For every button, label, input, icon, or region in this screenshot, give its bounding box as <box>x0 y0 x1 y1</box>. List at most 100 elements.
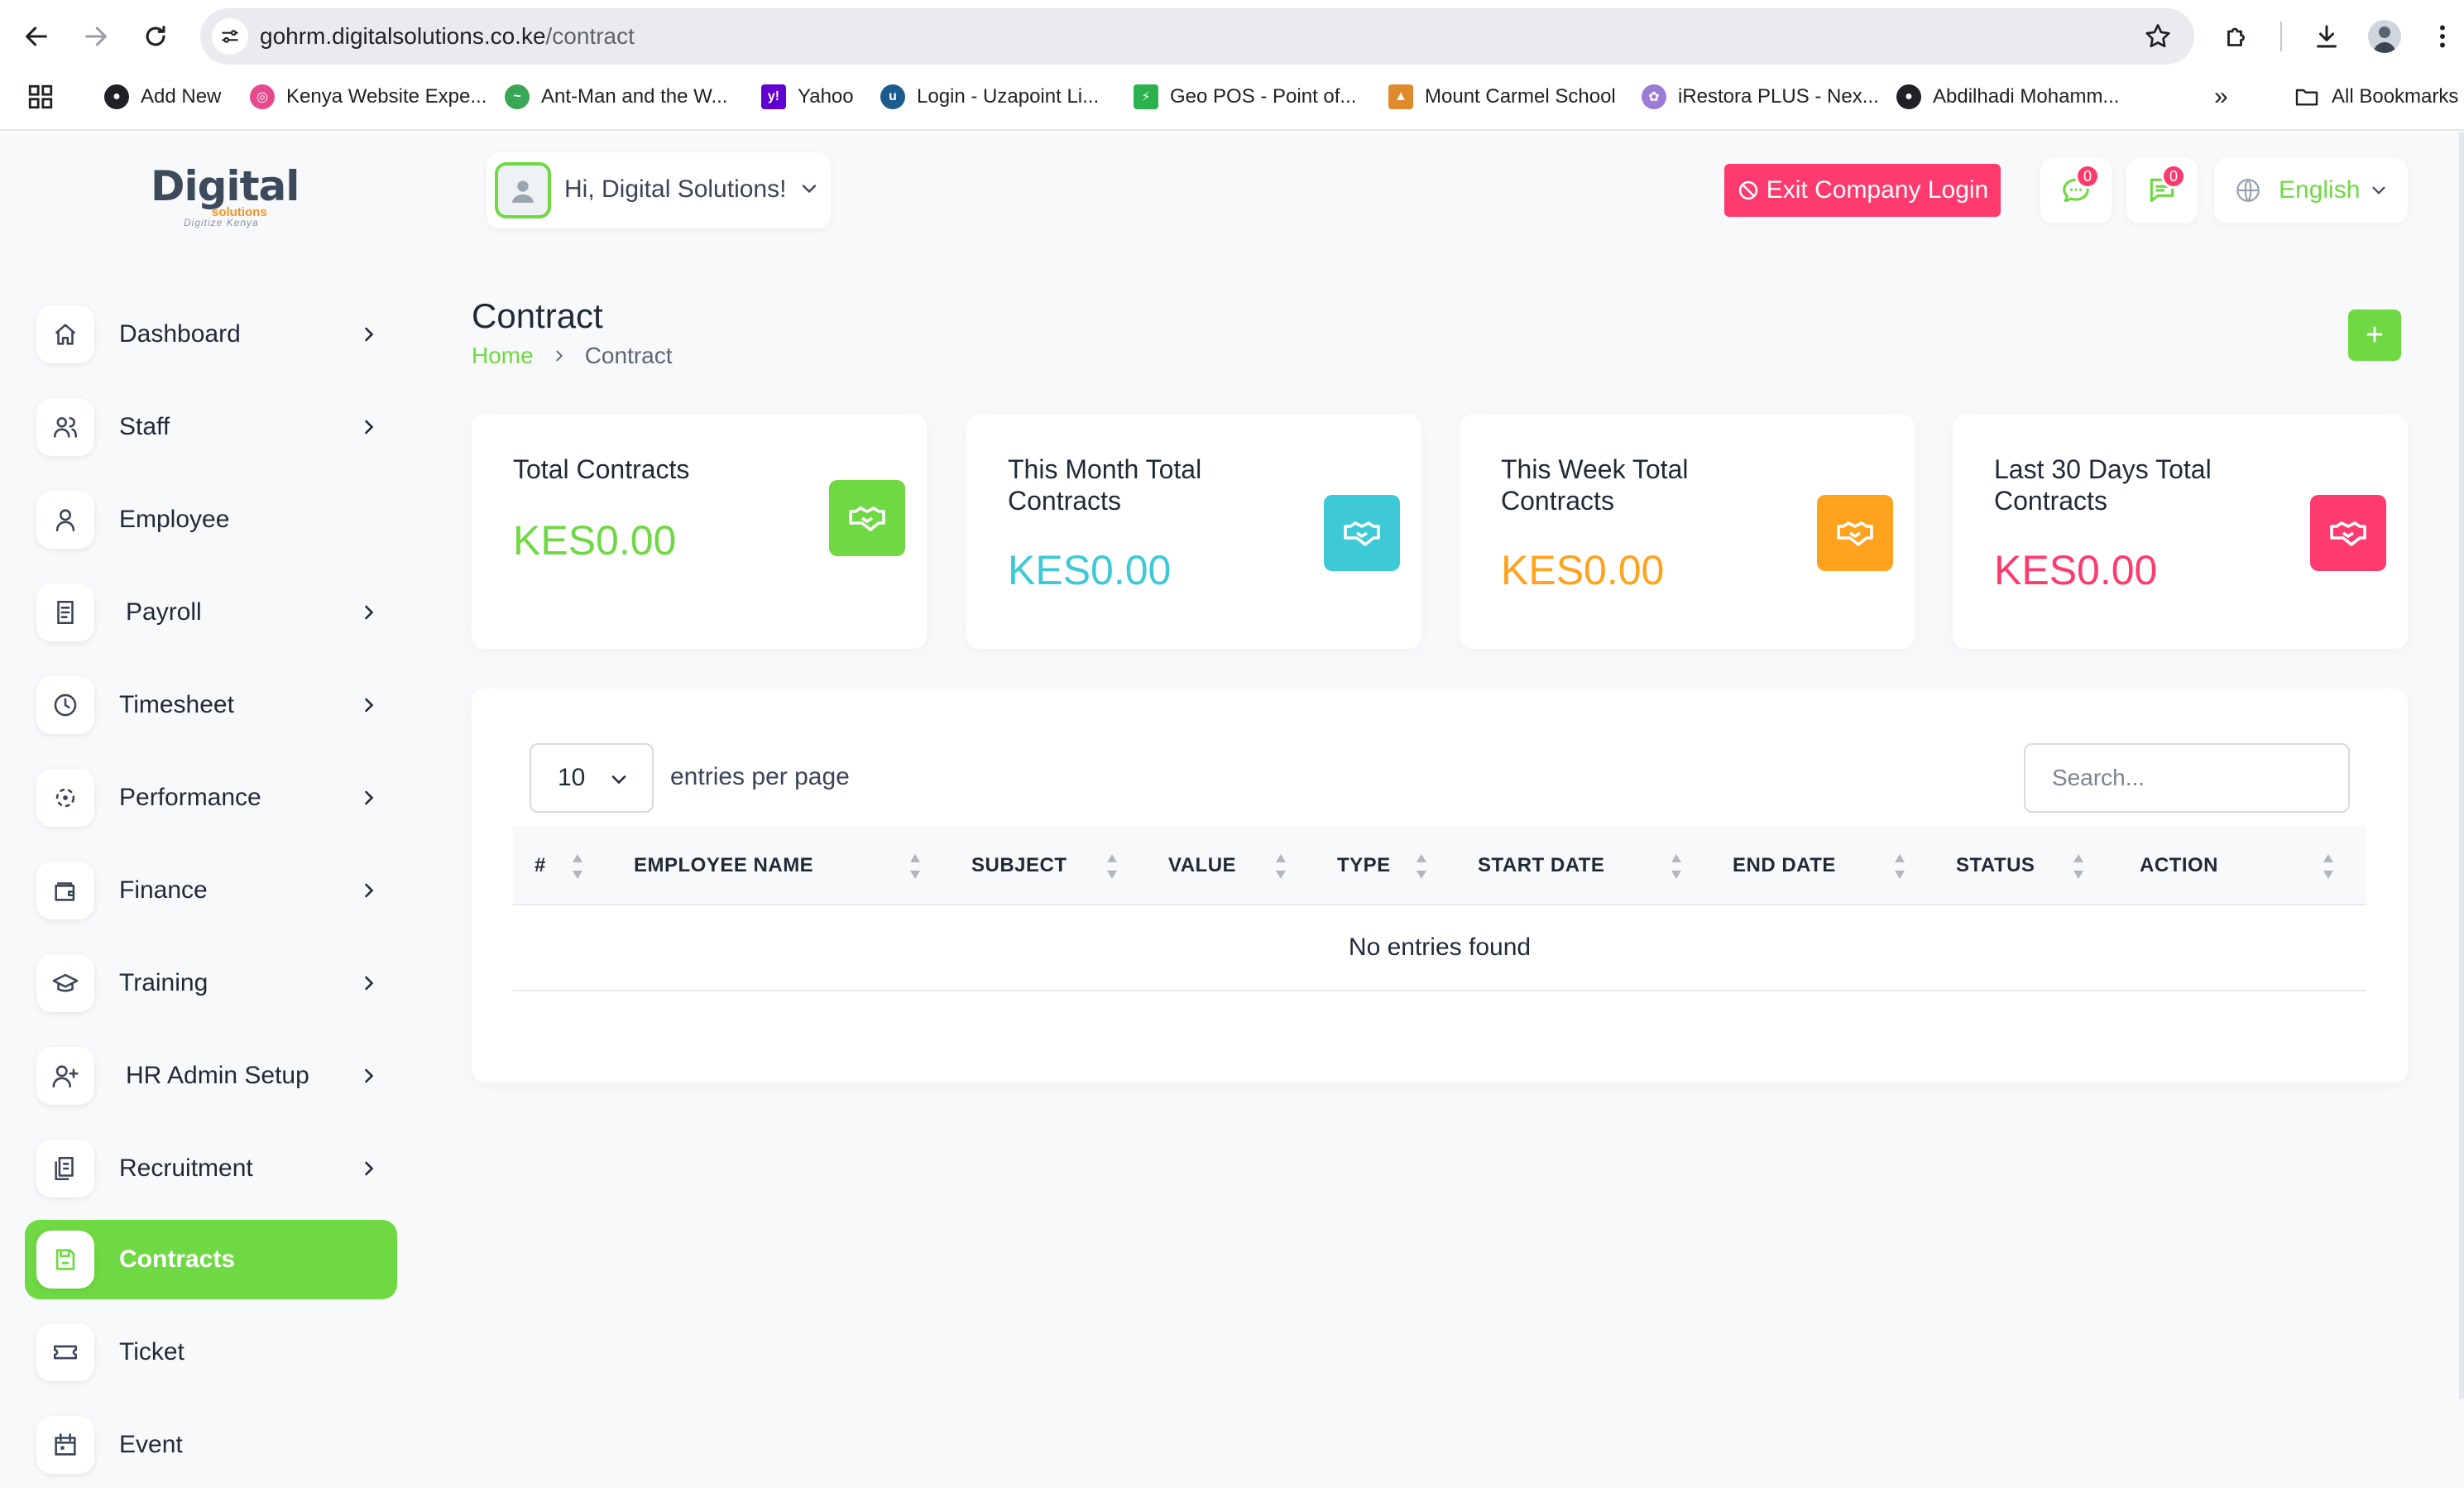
extensions-button[interactable] <box>2217 17 2257 56</box>
downloads-button[interactable] <box>2307 17 2347 56</box>
sort-icon[interactable] <box>571 852 584 881</box>
handshake-icon <box>1837 521 1873 546</box>
sidebar-item-staff[interactable]: Staff <box>25 387 397 467</box>
breadcrumb-home-link[interactable]: Home <box>472 343 534 369</box>
sidebar-item-performance[interactable]: Performance <box>25 758 397 838</box>
sidebar-item-recruitment[interactable]: Recruitment <box>25 1129 397 1208</box>
table-search-input[interactable] <box>2024 743 2350 813</box>
bookmark-item[interactable]: ● Abdilhadi Mohamm... <box>1896 81 2119 113</box>
messages-button[interactable]: 0 <box>2040 157 2112 223</box>
site-favicon-icon: ⚡ <box>1134 84 1158 109</box>
bookmark-item[interactable]: ~ Ant-Man and the W... <box>505 81 727 113</box>
sort-icon[interactable] <box>1105 852 1119 881</box>
sidebar-item-label: Training <box>119 969 209 996</box>
stat-card-icon-box <box>1817 495 1893 571</box>
home-icon <box>55 324 76 345</box>
address-bar[interactable]: gohrm.digitalsolutions.co.ke/contract <box>200 8 2194 65</box>
sort-icon[interactable] <box>1274 852 1287 881</box>
sidebar-item-label: Contracts <box>119 1246 236 1273</box>
all-bookmarks-button[interactable]: All Bookmarks <box>2294 81 2458 113</box>
sort-icon[interactable] <box>1670 852 1683 881</box>
messages-count-badge: 0 <box>2075 164 2100 189</box>
kebab-menu-icon <box>2440 25 2445 48</box>
column-header-start-date[interactable]: START DATE <box>1478 826 1604 905</box>
exit-company-login-button[interactable]: Exit Company Login <box>1724 164 2001 217</box>
column-header-end-date[interactable]: END DATE <box>1733 826 1836 905</box>
logo-main-text: Digital <box>151 162 300 210</box>
column-header-type[interactable]: TYPE <box>1337 826 1391 905</box>
sidebar-item-payroll[interactable]: Payroll <box>25 573 397 652</box>
column-header-action[interactable]: ACTION <box>2140 826 2218 905</box>
column-header-subject[interactable]: SUBJECT <box>971 826 1067 905</box>
sort-icon[interactable] <box>1893 852 1906 881</box>
calendar-icon <box>55 1433 76 1456</box>
chevron-right-icon <box>556 350 563 362</box>
stat-card-30-days-contracts: Last 30 Days Total Contracts KES0.00 <box>1953 414 2408 649</box>
site-favicon-icon: ~ <box>505 84 530 109</box>
bookmark-item[interactable]: ● Add New <box>104 81 221 113</box>
user-silhouette-icon <box>511 180 535 203</box>
chevron-right-icon <box>365 1161 374 1176</box>
company-logo[interactable]: Digital solutions Digitize Kenya <box>151 162 300 232</box>
stat-card-title: This Month Total Contracts <box>1008 454 1202 516</box>
page-scrollbar[interactable] <box>2459 132 2464 1399</box>
users-icon <box>53 417 78 438</box>
bookmark-item[interactable]: ▲ Mount Carmel School <box>1388 81 1616 113</box>
sidebar-item-label: Recruitment <box>119 1154 253 1182</box>
clipboard-icon <box>55 1156 74 1181</box>
chevron-right-icon <box>365 605 374 620</box>
bookmark-item[interactable]: ✿ iRestora PLUS - Nex... <box>1642 81 1879 113</box>
sidebar-item-finance[interactable]: Finance <box>25 851 397 930</box>
back-button[interactable] <box>17 17 56 56</box>
globe-icon <box>2236 179 2260 202</box>
sidebar-item-label: Finance <box>119 876 208 904</box>
language-selector[interactable]: English <box>2214 157 2408 223</box>
sidebar-item-dashboard[interactable]: Dashboard <box>25 295 397 374</box>
notifications-count-badge: 0 <box>2161 164 2186 189</box>
stat-card-title: This Week Total Contracts <box>1501 454 1689 516</box>
globe-icon: ● <box>104 84 129 109</box>
stat-card-value: KES0.00 <box>1501 547 1665 593</box>
entries-per-page-select[interactable]: 10 <box>530 743 654 813</box>
add-contract-button[interactable]: + <box>2348 310 2401 361</box>
sidebar-item-ticket[interactable]: Ticket <box>25 1313 397 1392</box>
sort-icon[interactable] <box>1415 852 1428 881</box>
sidebar-item-training[interactable]: Training <box>25 943 397 1023</box>
sidebar-item-event[interactable]: Event <box>25 1405 397 1485</box>
graduation-cap-icon <box>52 973 79 992</box>
column-header-employee-name[interactable]: EMPLOYEE NAME <box>634 826 813 905</box>
bookmarks-overflow-button[interactable]: » <box>2214 81 2228 113</box>
page-title: Contract <box>472 296 603 335</box>
arrow-left-icon <box>26 26 47 46</box>
site-info-icon[interactable] <box>212 18 248 55</box>
bookmark-item[interactable]: ◎ Kenya Website Expe... <box>250 81 487 113</box>
bookmark-item[interactable]: ⚡ Geo POS - Point of... <box>1134 81 1356 113</box>
sort-icon[interactable] <box>2322 852 2335 881</box>
bookmark-item[interactable]: y! Yahoo <box>761 81 854 113</box>
column-header-status[interactable]: STATUS <box>1956 826 2035 905</box>
sidebar-item-hr-admin-setup[interactable]: HR Admin Setup <box>25 1036 397 1116</box>
user-avatar <box>495 162 551 218</box>
user-menu-dropdown[interactable]: Hi, Digital Solutions! <box>487 152 831 228</box>
empty-table-message: No entries found <box>513 905 2366 991</box>
ban-icon <box>1738 180 1757 200</box>
sort-icon[interactable] <box>2072 852 2085 881</box>
sidebar-item-contracts[interactable]: Contracts <box>25 1220 397 1299</box>
url-text: gohrm.digitalsolutions.co.ke/contract <box>260 23 635 49</box>
browser-menu-button[interactable] <box>2423 17 2462 56</box>
sidebar-item-label: Employee <box>119 506 230 533</box>
sidebar-item-employee[interactable]: Employee <box>25 480 397 559</box>
bookmark-star-icon[interactable] <box>2143 22 2173 51</box>
sidebar-item-timesheet[interactable]: Timesheet <box>25 665 397 745</box>
forward-button[interactable] <box>76 17 116 56</box>
column-header-number[interactable]: # <box>535 826 546 905</box>
column-header-value[interactable]: VALUE <box>1168 826 1236 905</box>
sidebar-item-label: HR Admin Setup <box>126 1062 309 1089</box>
sort-icon[interactable] <box>908 852 922 881</box>
profile-avatar[interactable] <box>2368 20 2401 53</box>
bookmark-item[interactable]: u Login - Uzapoint Li... <box>880 81 1099 113</box>
chevron-right-icon <box>365 327 374 342</box>
reload-button[interactable] <box>136 17 175 56</box>
notifications-button[interactable]: 0 <box>2126 157 2198 223</box>
toolbar-separator <box>2280 22 2282 51</box>
